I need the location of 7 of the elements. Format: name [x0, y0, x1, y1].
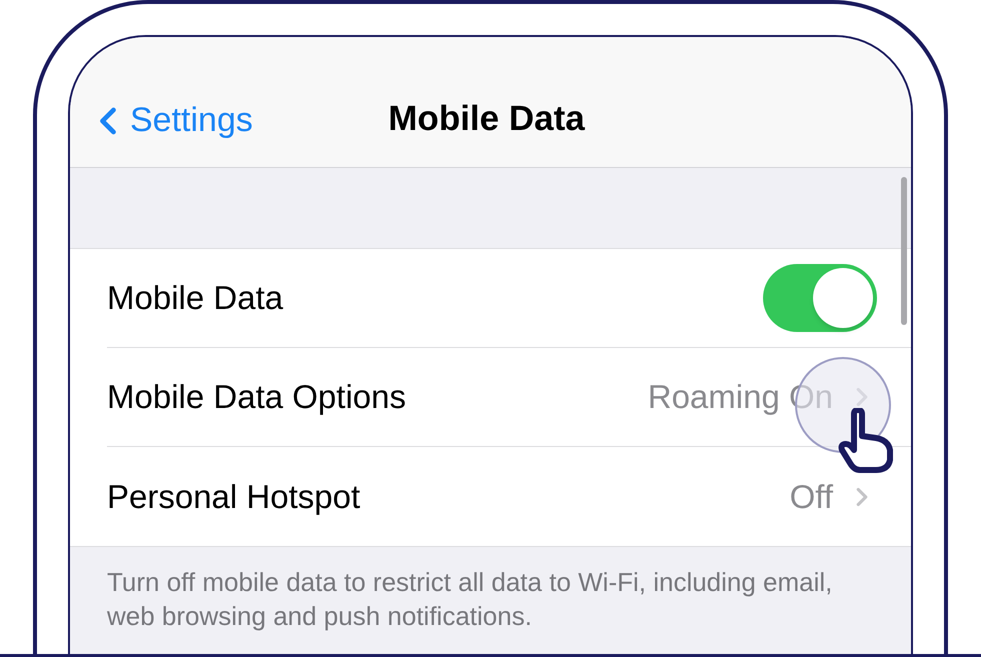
back-button[interactable]: Settings: [86, 95, 253, 146]
screen-title: Mobile Data: [388, 98, 585, 140]
row-value: Off: [790, 476, 833, 517]
footer-note: Turn off mobile data to restrict all data to Wi-Fi, including email, web browsing and push notifications.: [107, 566, 834, 633]
row-label: Mobile Data: [107, 278, 284, 318]
row-label: Mobile Data Options: [107, 377, 407, 418]
row-label: Personal Hotspot: [107, 476, 362, 517]
